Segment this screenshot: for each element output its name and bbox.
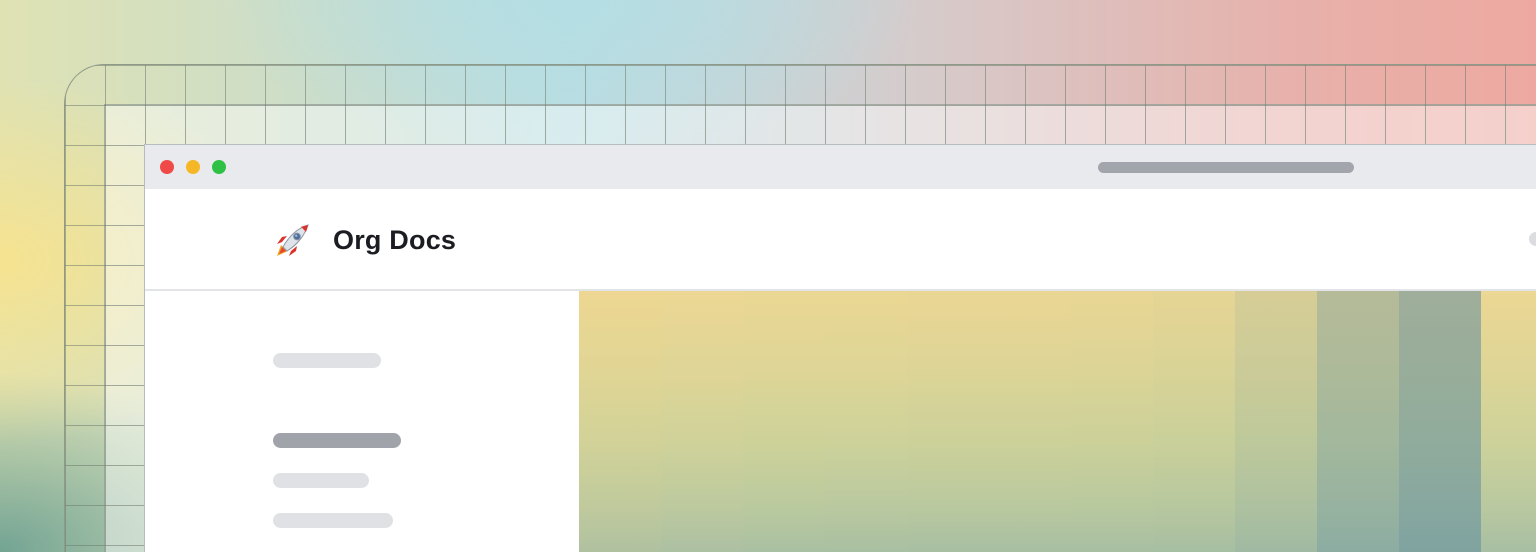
hero-banner	[579, 291, 1536, 552]
hero-gradient-stripes	[579, 291, 1536, 552]
page-content	[145, 291, 1536, 552]
sidebar-item-active-placeholder[interactable]	[273, 433, 401, 448]
sidebar-item-placeholder[interactable]	[273, 473, 369, 488]
site-header: Org Docs	[145, 189, 1536, 291]
address-bar-placeholder[interactable]	[1098, 162, 1354, 173]
sidebar	[145, 291, 579, 552]
maximize-window-button[interactable]	[212, 160, 226, 174]
window-titlebar	[145, 145, 1536, 189]
minimize-window-button[interactable]	[186, 160, 200, 174]
brand-name[interactable]: Org Docs	[333, 225, 456, 256]
sidebar-item-placeholder[interactable]	[273, 513, 393, 528]
sidebar-item-placeholder[interactable]	[273, 353, 381, 368]
rocket-icon[interactable]	[273, 223, 311, 259]
header-control-placeholder[interactable]	[1529, 232, 1536, 246]
close-window-button[interactable]	[160, 160, 174, 174]
browser-window: Org Docs	[144, 144, 1536, 552]
